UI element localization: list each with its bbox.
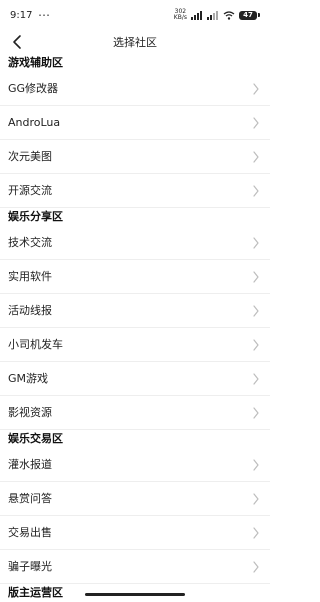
community-item[interactable]: 骗子曝光 [0, 550, 270, 584]
community-item[interactable]: 小司机发车 [0, 328, 270, 362]
community-item[interactable]: 交易出售 [0, 516, 270, 550]
community-item[interactable]: 影视资源 [0, 396, 270, 430]
community-item-label: 影视资源 [8, 406, 52, 419]
community-item[interactable]: 技术交流 [0, 226, 270, 260]
community-item[interactable]: 次元美图 [0, 140, 270, 174]
chevron-right-icon [253, 561, 259, 573]
status-right: 302 KB/s 47 [174, 9, 260, 21]
status-bar: 9:17 ··· 302 KB/s 47 [0, 0, 270, 30]
back-arrow-icon[interactable] [10, 34, 26, 50]
community-item-label: 交易出售 [8, 526, 52, 539]
page-title: 选择社区 [113, 36, 157, 49]
signal-icon [191, 10, 202, 20]
section-header: 游戏辅助区 [8, 56, 63, 69]
section-header: 娱乐分享区 [8, 210, 63, 223]
chevron-right-icon [253, 407, 259, 419]
section-header: 娱乐交易区 [8, 432, 63, 445]
community-item[interactable]: 开源交流 [0, 174, 270, 208]
wifi-icon [223, 10, 235, 20]
chevron-right-icon [253, 305, 259, 317]
status-left: 9:17 ··· [10, 10, 51, 21]
community-item-label: 技术交流 [8, 236, 52, 249]
community-list: 游戏辅助区 GG修改器 AndroLua 次元美图开源交流娱乐分享区技术交流实用软件活… [0, 54, 270, 602]
community-item[interactable]: GG修改器 [0, 72, 270, 106]
chevron-right-icon [253, 271, 259, 283]
chevron-right-icon [253, 83, 259, 95]
community-item[interactable]: 灌水报道 [0, 448, 270, 482]
community-item-label: 实用软件 [8, 270, 52, 283]
chevron-right-icon [253, 493, 259, 505]
chevron-right-icon [253, 117, 259, 129]
community-item[interactable]: GM游戏 [0, 362, 270, 396]
community-item[interactable]: 悬赏问答 [0, 482, 270, 516]
community-item-label: 次元美图 [8, 150, 52, 163]
chevron-right-icon [253, 459, 259, 471]
community-item-label: 活动线报 [8, 304, 52, 317]
chevron-right-icon [253, 527, 259, 539]
community-item-label: AndroLua [8, 116, 61, 129]
community-item-label: GG修改器 [8, 82, 59, 95]
status-time: 9:17 [10, 9, 33, 21]
community-item-label: 开源交流 [8, 184, 52, 197]
nav-bar: 选择社区 [0, 30, 270, 54]
network-speed-unit: KB/s [173, 14, 187, 21]
signal-icon-2 [207, 10, 218, 20]
chevron-right-icon [253, 339, 259, 351]
network-speed: 302 KB/s [174, 9, 187, 21]
community-item[interactable]: 实用软件 [0, 260, 270, 294]
community-item-label: 悬赏问答 [8, 492, 52, 505]
chevron-right-icon [253, 237, 259, 249]
battery-icon: 47 [239, 10, 257, 20]
community-item-label: GM游戏 [8, 372, 49, 385]
community-item[interactable]: AndroLua [0, 106, 270, 140]
community-item-label: 骗子曝光 [8, 560, 52, 573]
status-more-dots: ··· [38, 10, 51, 20]
battery-tip [258, 13, 260, 17]
chevron-right-icon [253, 185, 259, 197]
community-item[interactable]: 活动线报 [0, 294, 270, 328]
community-item-label: 小司机发车 [8, 338, 63, 351]
chevron-right-icon [253, 151, 259, 163]
community-item-label: 灌水报道 [8, 458, 52, 471]
home-indicator[interactable] [85, 593, 185, 596]
chevron-right-icon [253, 373, 259, 385]
